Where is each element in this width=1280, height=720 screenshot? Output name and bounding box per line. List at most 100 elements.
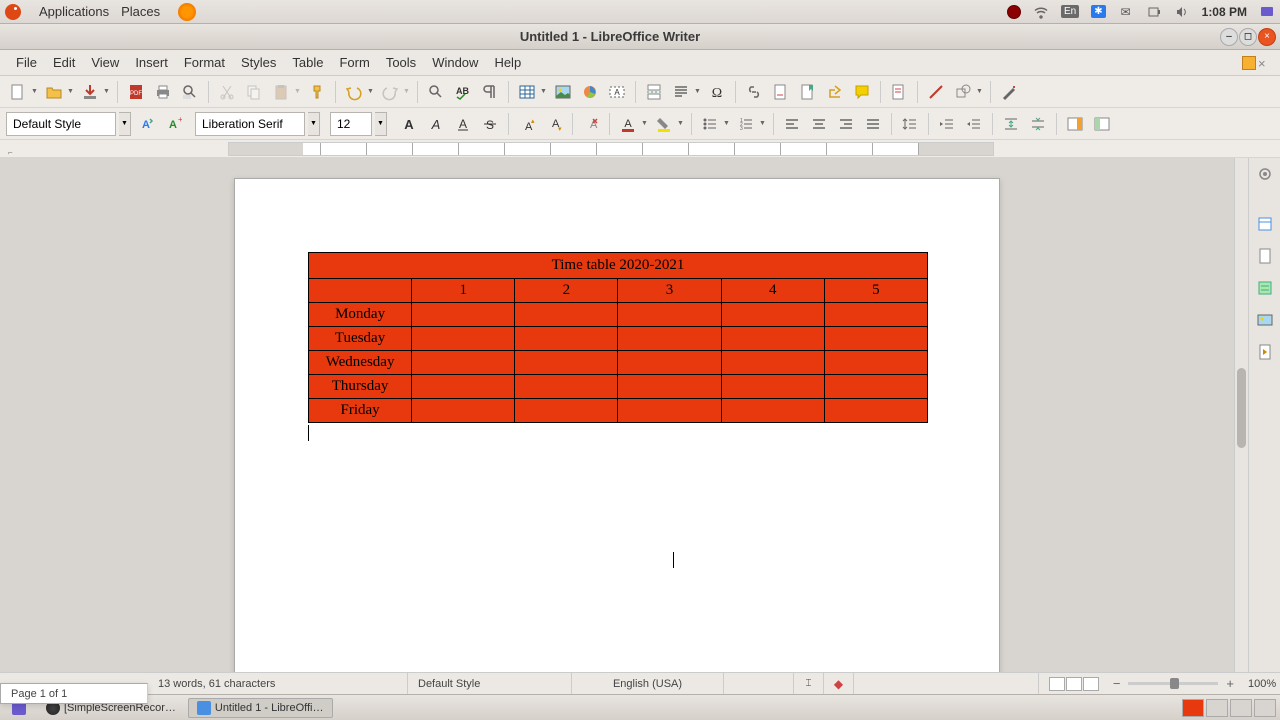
paste-dropdown[interactable]: ▼ — [294, 88, 302, 95]
view-layout[interactable] — [1039, 673, 1109, 694]
clone-formatting-button[interactable] — [305, 80, 329, 104]
word-count[interactable]: 13 words, 61 characters — [148, 673, 408, 694]
gallery-panel-button[interactable] — [1253, 308, 1277, 332]
period-header[interactable]: 5 — [824, 279, 927, 303]
align-right-button[interactable] — [834, 112, 858, 136]
multi-page-view[interactable] — [1066, 677, 1082, 691]
clear-formatting-button[interactable]: A — [579, 112, 603, 136]
page-panel-button[interactable] — [1253, 244, 1277, 268]
paste-button[interactable] — [269, 80, 293, 104]
font-color-dropdown[interactable]: ▼ — [641, 120, 649, 127]
page[interactable]: Time table 2020-2021 1 2 3 4 5 Monday Tu… — [234, 178, 1000, 672]
table-cell[interactable] — [721, 303, 824, 327]
battery-icon[interactable] — [1146, 4, 1162, 20]
save-button[interactable] — [78, 80, 102, 104]
clock[interactable]: 1:08 PM — [1202, 5, 1247, 19]
bullet-list-button[interactable] — [698, 112, 722, 136]
justify-button[interactable] — [861, 112, 885, 136]
update-style-button[interactable]: A — [134, 112, 158, 136]
font-color-button[interactable]: A — [616, 112, 640, 136]
header-empty-cell[interactable] — [309, 279, 412, 303]
hyperlink-button[interactable] — [742, 80, 766, 104]
increase-para-spacing-button[interactable] — [999, 112, 1023, 136]
workspace-1[interactable] — [1182, 699, 1204, 717]
period-header[interactable]: 1 — [412, 279, 515, 303]
special-char-button[interactable]: Ω — [705, 80, 729, 104]
export-pdf-button[interactable]: PDF — [124, 80, 148, 104]
bluetooth-icon[interactable]: ✱ — [1091, 5, 1105, 18]
navigator-panel-button[interactable] — [1253, 340, 1277, 364]
bullet-dropdown[interactable]: ▼ — [723, 120, 731, 127]
styles-sidebar-button[interactable] — [1090, 112, 1114, 136]
print-preview-button[interactable] — [178, 80, 202, 104]
copy-button[interactable] — [242, 80, 266, 104]
font-name-select[interactable]: Liberation Serif — [195, 112, 305, 136]
cut-button[interactable] — [215, 80, 239, 104]
new-style-button[interactable]: A+ — [161, 112, 185, 136]
table-cell[interactable] — [618, 351, 721, 375]
field-dropdown[interactable]: ▼ — [694, 88, 702, 95]
insert-chart-button[interactable] — [578, 80, 602, 104]
ruler[interactable]: ⌐ — [0, 140, 1280, 158]
menu-form[interactable]: Form — [331, 52, 377, 73]
cross-ref-button[interactable] — [823, 80, 847, 104]
print-button[interactable] — [151, 80, 175, 104]
paragraph-style-dropdown[interactable]: ▼ — [119, 112, 131, 136]
font-size-dropdown[interactable]: ▼ — [375, 112, 387, 136]
redo-button[interactable] — [378, 80, 402, 104]
font-name-dropdown[interactable]: ▼ — [308, 112, 320, 136]
table-cell[interactable] — [515, 303, 618, 327]
taskbar-item-writer[interactable]: Untitled 1 - LibreOffi… — [188, 698, 333, 718]
table-cell[interactable] — [412, 375, 515, 399]
table-cell[interactable] — [618, 375, 721, 399]
font-size-select[interactable]: 12 — [330, 112, 372, 136]
table-cell[interactable] — [618, 399, 721, 423]
day-cell[interactable]: Friday — [309, 399, 412, 423]
places-menu[interactable]: Places — [121, 4, 160, 19]
redo-dropdown[interactable]: ▼ — [403, 88, 411, 95]
spellcheck-button[interactable]: AB — [451, 80, 475, 104]
table-cell[interactable] — [412, 327, 515, 351]
table-cell[interactable] — [824, 327, 927, 351]
book-view[interactable] — [1083, 677, 1099, 691]
table-cell[interactable] — [824, 399, 927, 423]
selection-mode[interactable]: ⌶ — [794, 673, 824, 694]
open-dropdown[interactable]: ▼ — [67, 88, 75, 95]
menu-edit[interactable]: Edit — [45, 52, 83, 73]
bookmark-button[interactable] — [796, 80, 820, 104]
day-cell[interactable]: Thursday — [309, 375, 412, 399]
insert-image-button[interactable] — [551, 80, 575, 104]
decrease-indent-button[interactable] — [962, 112, 986, 136]
zoom-control[interactable]: − + — [1109, 673, 1238, 694]
close-document-button[interactable]: × — [1258, 56, 1272, 70]
menu-help[interactable]: Help — [486, 52, 529, 73]
italic-button[interactable]: A — [424, 112, 448, 136]
align-left-button[interactable] — [780, 112, 804, 136]
styles-panel-button[interactable] — [1253, 276, 1277, 300]
day-cell[interactable]: Monday — [309, 303, 412, 327]
page-style-indicator[interactable]: Default Style — [408, 673, 572, 694]
bold-button[interactable]: A — [397, 112, 421, 136]
new-dropdown[interactable]: ▼ — [31, 88, 39, 95]
table-cell[interactable] — [824, 303, 927, 327]
table-cell[interactable] — [721, 351, 824, 375]
close-button[interactable]: × — [1258, 28, 1276, 46]
wifi-icon[interactable] — [1033, 4, 1049, 20]
language-indicator-status[interactable]: English (USA) — [572, 673, 724, 694]
menu-view[interactable]: View — [83, 52, 127, 73]
period-header[interactable]: 4 — [721, 279, 824, 303]
menu-tools[interactable]: Tools — [378, 52, 424, 73]
page-indicator[interactable]: Page 1 of 1 — [0, 683, 148, 704]
ubuntu-logo-icon[interactable] — [5, 4, 21, 20]
insert-mode[interactable] — [724, 673, 794, 694]
undo-dropdown[interactable]: ▼ — [367, 88, 375, 95]
table-cell[interactable] — [412, 351, 515, 375]
timetable[interactable]: Time table 2020-2021 1 2 3 4 5 Monday Tu… — [308, 252, 928, 423]
track-changes-button[interactable] — [887, 80, 911, 104]
open-button[interactable] — [42, 80, 66, 104]
sidebar-toggle-button[interactable] — [1063, 112, 1087, 136]
document-viewport[interactable]: Time table 2020-2021 1 2 3 4 5 Monday Tu… — [0, 158, 1234, 672]
insert-table-button[interactable] — [515, 80, 539, 104]
highlight-button[interactable] — [652, 112, 676, 136]
line-button[interactable] — [924, 80, 948, 104]
